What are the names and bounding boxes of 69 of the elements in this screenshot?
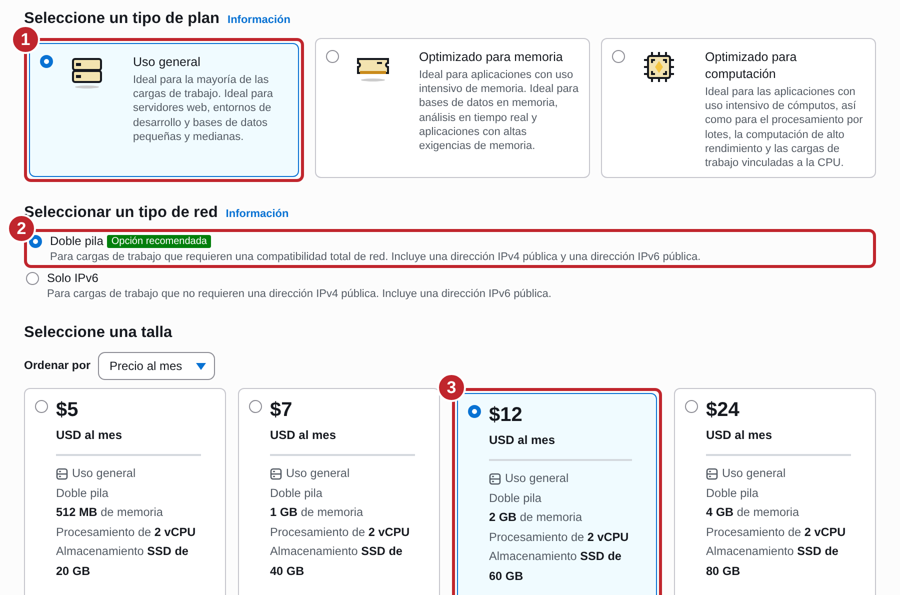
price-period: USD al mes bbox=[56, 428, 124, 442]
radio-button[interactable] bbox=[249, 400, 262, 413]
server-icon bbox=[270, 468, 282, 480]
spec-text: Uso general bbox=[505, 470, 569, 487]
plan-option-card[interactable] bbox=[601, 38, 876, 178]
plan-description: Ideal para aplicaciones con uso intensivo de memoria. Ideal para bases de datos en memoria, análisis en tiempo real y aplicaciones con altas exigencias de memoria. bbox=[419, 68, 579, 154]
recommended-badge: Opción recomendada bbox=[107, 234, 211, 248]
sort-dropdown[interactable]: Precio al mes bbox=[98, 352, 216, 380]
caret-icon bbox=[196, 362, 206, 370]
radio-button[interactable] bbox=[326, 50, 339, 63]
option-description: Para cargas de trabajo que no requieren una dirección IPv4 pública. Incluye una dirección IPv6 pública. bbox=[47, 288, 552, 300]
plan-title: Optimizado para computación bbox=[705, 49, 798, 83]
plan-title: Optimizado para memoria bbox=[419, 49, 564, 66]
spec-text: Almacenamiento SSD de 40 GB bbox=[270, 543, 404, 580]
price-period: USD al mes bbox=[706, 428, 774, 442]
price: $7 bbox=[270, 399, 294, 422]
size-option-card[interactable]: $12 USD al mes Uso general Doble pila 2 GB de memoria Procesamiento de 2 vCPU Almacenamiento SSD de 60 GB bbox=[457, 393, 657, 595]
spec-text: Almacenamiento SSD de 80 GB bbox=[706, 543, 840, 580]
size-option-card[interactable]: $24 USD al mes Uso general Doble pila 4 GB de memoria Procesamiento de 2 vCPU Almacenamiento SSD de 80 GB bbox=[674, 388, 876, 595]
spec-text: Procesamiento de 2 vCPU bbox=[489, 528, 629, 546]
price: $24 bbox=[706, 399, 740, 422]
spec-text: 512 MB de memoria bbox=[56, 504, 163, 521]
plan-title: Uso general bbox=[133, 54, 202, 71]
price: $5 bbox=[56, 399, 80, 422]
step-badge: 3 bbox=[437, 373, 466, 402]
radio-button[interactable] bbox=[612, 50, 625, 63]
spec-text: Almacenamiento SSD de 60 GB bbox=[489, 548, 622, 584]
price: $12 bbox=[489, 404, 524, 427]
size-option-card[interactable]: $5 USD al mes Uso general Doble pila 512 MB de memoria Procesamiento de 2 vCPU Almacenamiento SSD de 20 GB bbox=[24, 388, 226, 595]
radio-button[interactable] bbox=[468, 405, 481, 418]
radio-button[interactable] bbox=[35, 400, 48, 413]
spec-text: Doble pila bbox=[56, 484, 108, 502]
plan-description: Ideal para las aplicaciones con uso intensivo de cómputos, así como para el procesamiento por lotes, la computación de alto rendimiento y las cargas de trabajo vinculadas a la CPU. bbox=[705, 85, 864, 170]
server-icon bbox=[56, 468, 68, 480]
size-option-card[interactable]: $7 USD al mes Uso general Doble pila 1 GB de memoria Procesamiento de 2 vCPU Almacenamiento SSD de 40 GB bbox=[238, 388, 440, 595]
server-icon bbox=[489, 472, 501, 485]
spec-text: Doble pila bbox=[489, 490, 542, 506]
plan-option-card[interactable]: Optimizado para memoria Ideal para aplicaciones con uso intensivo de memoria. Ideal para bases de datos en memoria, análisis en tiempo real y aplicaciones con altas exigencias de memoria. bbox=[315, 38, 590, 178]
section-heading: Seleccione una talla bbox=[24, 324, 172, 342]
radio-button[interactable] bbox=[685, 400, 698, 413]
info-link[interactable]: Información bbox=[228, 14, 290, 26]
price-period: USD al mes bbox=[489, 433, 556, 447]
server-icon bbox=[706, 468, 718, 480]
spec-text: Procesamiento de 2 vCPU bbox=[706, 524, 846, 540]
info-link[interactable]: Información bbox=[226, 208, 289, 220]
option-label: Doble pila bbox=[50, 234, 104, 248]
spec-text: Procesamiento de 2 vCPU bbox=[56, 524, 196, 540]
spec-text: Uso general bbox=[722, 465, 786, 482]
plan-description: Ideal para la mayoría de las cargas de trabajo. Ideal para servidores web, entornos de desarrollo y bases de datos pequeñas y medianas. bbox=[133, 73, 274, 144]
cpu-icon bbox=[641, 49, 677, 85]
spec-text: Doble pila bbox=[270, 484, 322, 502]
spec-text: 1 GB de memoria bbox=[270, 504, 364, 521]
radio-button[interactable] bbox=[26, 272, 39, 285]
price-period: USD al mes bbox=[270, 428, 338, 442]
spec-text: 4 GB de memoria bbox=[706, 504, 800, 521]
option-label: Solo IPv6 bbox=[47, 271, 98, 285]
spec-text: Uso general bbox=[286, 465, 350, 482]
section-heading: Seleccione un tipo de plan bbox=[24, 10, 220, 28]
plan-option-card[interactable]: Uso general Ideal para la mayoría de las cargas de trabajo. Ideal para servidores web, entornos de desarrollo y bases de datos pequeñas y medianas. bbox=[29, 43, 299, 177]
radio-button[interactable] bbox=[29, 235, 42, 248]
radio-button[interactable] bbox=[40, 55, 53, 68]
step-badge: 1 bbox=[11, 25, 40, 54]
spec-text: Almacenamiento SSD de 20 GB bbox=[56, 543, 190, 580]
spec-text: Uso general bbox=[72, 465, 136, 482]
spec-text: 2 GB de memoria bbox=[489, 509, 582, 526]
spec-text: Doble pila bbox=[706, 484, 758, 502]
sort-label: Ordenar por bbox=[24, 360, 90, 372]
option-description: Para cargas de trabajo que requieren una compatibilidad total de red. Incluye una dirección IPv4 pública y una dirección IPv6 pública. bbox=[50, 251, 701, 263]
spec-text: Procesamiento de 2 vCPU bbox=[270, 524, 410, 540]
